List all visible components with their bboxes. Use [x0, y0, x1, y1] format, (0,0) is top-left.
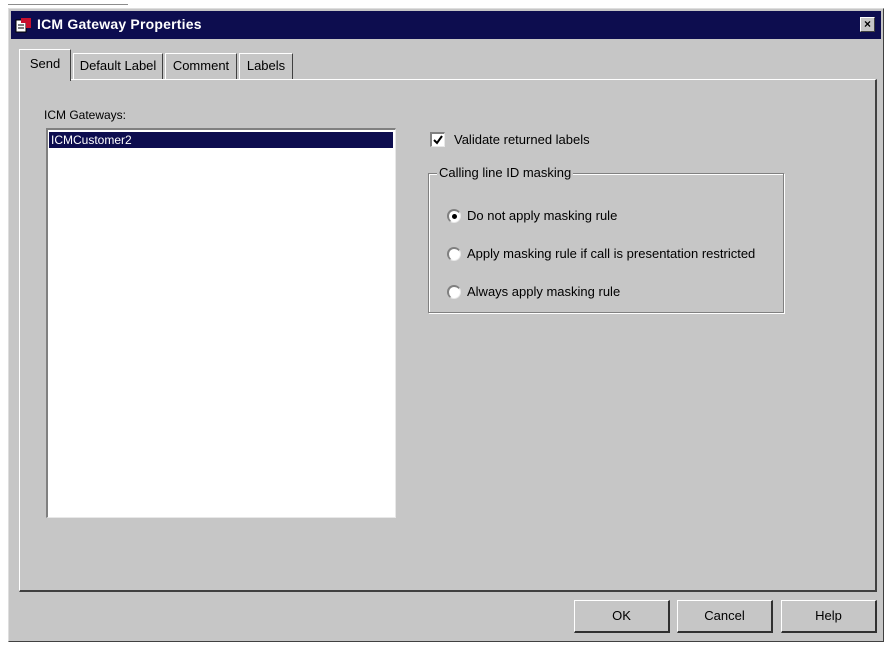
radio-selected-dot [452, 214, 457, 219]
radio-button[interactable] [447, 285, 461, 299]
background-strip [0, 0, 887, 8]
radio-always-apply-label: Always apply masking rule [467, 284, 621, 299]
ok-button[interactable]: OK [574, 600, 670, 633]
close-button[interactable]: × [860, 17, 875, 32]
list-item[interactable]: ICMCustomer2 [49, 132, 393, 148]
tab-labels[interactable]: Labels [239, 53, 293, 79]
validate-returned-labels-checkbox[interactable] [430, 132, 445, 147]
cancel-button-label: Cancel [704, 608, 745, 623]
calling-line-id-masking-group: Calling line ID masking Do not apply mas… [428, 165, 784, 313]
help-button-label: Help [815, 608, 842, 623]
cancel-button[interactable]: Cancel [677, 600, 773, 633]
help-button[interactable]: Help [781, 600, 877, 633]
tab-default-label-label: Default Label [79, 58, 157, 73]
tab-comment[interactable]: Comment [165, 53, 237, 79]
icm-gateways-listbox[interactable]: ICMCustomer2 [46, 128, 396, 518]
window-title: ICM Gateway Properties [37, 16, 202, 32]
title-bar[interactable]: ICM Gateway Properties × [11, 11, 881, 39]
radio-button[interactable] [447, 209, 461, 223]
dialog-window: ICM Gateway Properties × Send Default La… [8, 8, 884, 642]
tab-default-label[interactable]: Default Label [73, 53, 163, 79]
radio-apply-if-restricted-label: Apply masking rule if call is presentati… [467, 246, 756, 261]
background-divider [8, 0, 128, 5]
tab-labels-label: Labels [246, 58, 286, 73]
checkmark-icon [433, 135, 443, 145]
tab-comment-label: Comment [172, 58, 230, 73]
calling-line-id-masking-title: Calling line ID masking [437, 165, 574, 180]
ok-button-label: OK [612, 608, 631, 623]
tab-send-label: Send [29, 56, 61, 71]
tab-send[interactable]: Send [19, 49, 71, 81]
app-icon [15, 16, 33, 34]
icm-gateways-label: ICM Gateways: [44, 108, 127, 122]
list-item-label: ICMCustomer2 [51, 133, 132, 147]
radio-button[interactable] [447, 247, 461, 261]
send-tab-panel: ICM Gateways: ICMCustomer2 Validate retu… [19, 79, 877, 592]
radio-do-not-apply-label: Do not apply masking rule [467, 208, 618, 223]
close-icon: × [863, 17, 871, 31]
validate-returned-labels-label: Validate returned labels [454, 132, 590, 147]
